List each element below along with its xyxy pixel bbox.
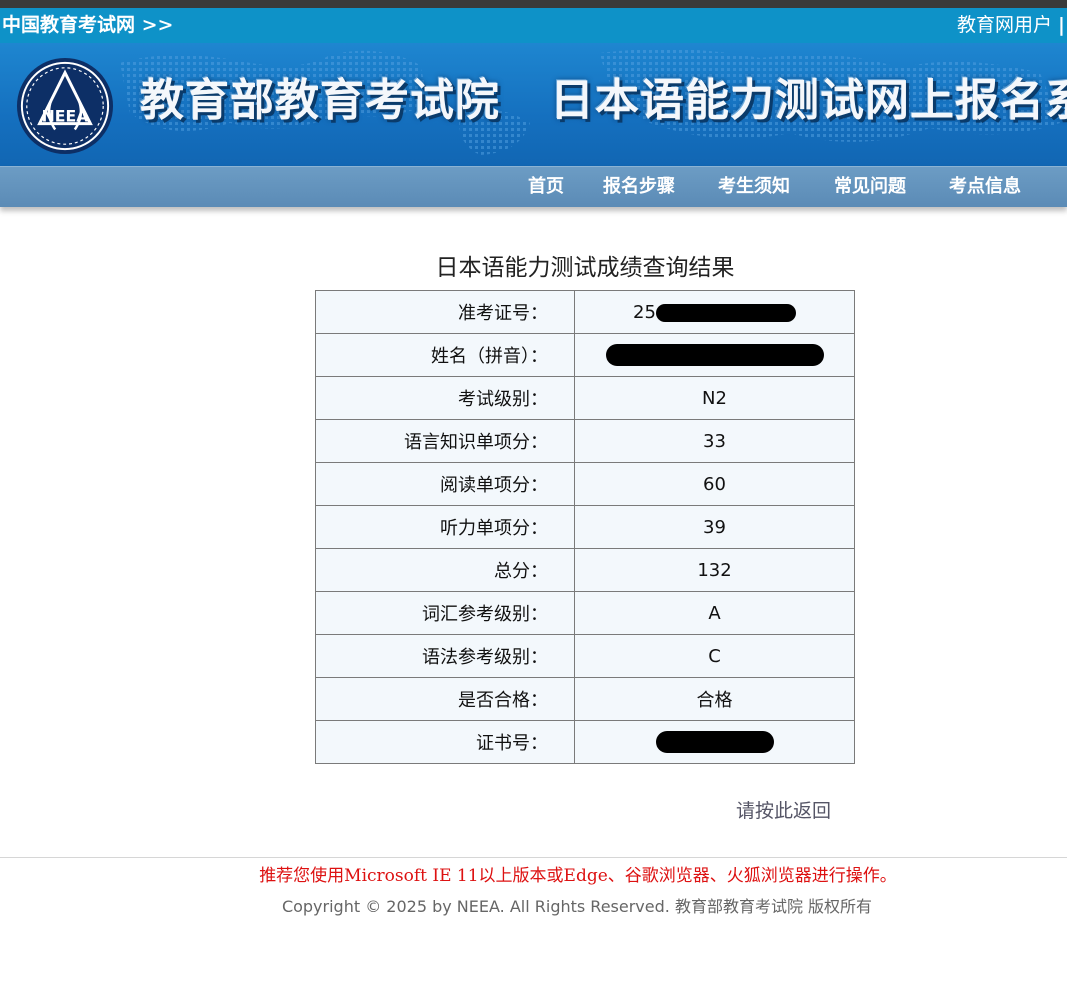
table-row: 听力单项分： 39 — [315, 505, 855, 549]
row-value-grammar-grade: C — [574, 634, 855, 678]
nav-test-center-info[interactable]: 考点信息 — [949, 176, 1021, 198]
table-row: 阅读单项分： 60 — [315, 462, 855, 506]
table-row: 词汇参考级别： A — [315, 591, 855, 635]
row-value-language-knowledge: 33 — [574, 419, 855, 463]
browser-top-strip — [0, 0, 1067, 8]
back-link[interactable]: 请按此返回 — [736, 798, 831, 824]
redaction-mark — [605, 344, 824, 366]
row-label-total: 总分： — [315, 548, 575, 592]
nav-candidate-notice[interactable]: 考生须知 — [718, 176, 790, 198]
row-value-reading: 60 — [574, 462, 855, 506]
table-row: 姓名（拼音）： — [315, 333, 855, 377]
table-row: 语言知识单项分： 33 — [315, 419, 855, 463]
table-row: 准考证号： 25 — [315, 290, 855, 334]
nav-faq[interactable]: 常见问题 — [834, 176, 906, 198]
top-bar: 中国教育考试网 >> 教育网用户 | — [0, 8, 1067, 43]
row-label-grammar-grade: 语法参考级别： — [315, 634, 575, 678]
topbar-separator: | — [1058, 14, 1065, 36]
site-home-link[interactable]: 中国教育考试网 >> — [2, 13, 173, 37]
row-label-certificate-number: 证书号： — [315, 720, 575, 764]
table-row: 语法参考级别： C — [315, 634, 855, 678]
row-label-level: 考试级别： — [315, 376, 575, 420]
row-value-level: N2 — [574, 376, 855, 420]
row-value-admission-number: 25 — [574, 290, 855, 334]
row-label-admission-number: 准考证号： — [315, 290, 575, 334]
neea-logo: NEEA — [16, 57, 114, 155]
browser-recommendation: 推荐您使用Microsoft IE 11以上版本或Edge、谷歌浏览器、火狐浏览… — [259, 866, 897, 886]
table-row: 是否合格： 合格 — [315, 677, 855, 721]
table-row: 总分： 132 — [315, 548, 855, 592]
row-value-name — [574, 333, 855, 377]
admission-number-prefix: 25 — [633, 301, 656, 323]
row-label-listening: 听力单项分： — [315, 505, 575, 549]
row-value-total: 132 — [574, 548, 855, 592]
system-title: 日本语能力测试网上报名系 — [550, 75, 1067, 126]
user-login-link[interactable]: 教育网用户 — [957, 14, 1052, 36]
table-row: 证书号： — [315, 720, 855, 764]
row-label-reading: 阅读单项分： — [315, 462, 575, 506]
table-row: 考试级别： N2 — [315, 376, 855, 420]
header-banner: NEEA 教育部教育考试院 日本语能力测试网上报名系 — [0, 43, 1067, 166]
row-label-vocabulary-grade: 词汇参考级别： — [315, 591, 575, 635]
copyright: Copyright © 2025 by NEEA. All Rights Res… — [281, 897, 873, 916]
redaction-mark — [655, 731, 774, 753]
row-label-name: 姓名（拼音）： — [315, 333, 575, 377]
main-nav: 首页 报名步骤 考生须知 常见问题 考点信息 — [0, 166, 1067, 207]
footer-divider — [0, 857, 1067, 858]
logo-text: NEEA — [42, 107, 90, 126]
user-area: 教育网用户 | — [957, 13, 1065, 37]
org-title: 教育部教育考试院 — [140, 75, 500, 126]
row-value-vocabulary-grade: A — [574, 591, 855, 635]
row-value-listening: 39 — [574, 505, 855, 549]
nav-home[interactable]: 首页 — [528, 176, 564, 198]
row-value-certificate-number — [574, 720, 855, 764]
result-title: 日本语能力测试成绩查询结果 — [435, 255, 735, 281]
nav-registration-steps[interactable]: 报名步骤 — [603, 176, 675, 198]
row-label-pass-status: 是否合格： — [315, 677, 575, 721]
row-value-pass-status: 合格 — [574, 677, 855, 721]
redaction-mark — [655, 303, 796, 322]
row-label-language-knowledge: 语言知识单项分： — [315, 419, 575, 463]
score-table: 准考证号： 25 姓名（拼音）： 考试级别： N2 语言知识单项分： 33 阅读… — [315, 290, 855, 764]
